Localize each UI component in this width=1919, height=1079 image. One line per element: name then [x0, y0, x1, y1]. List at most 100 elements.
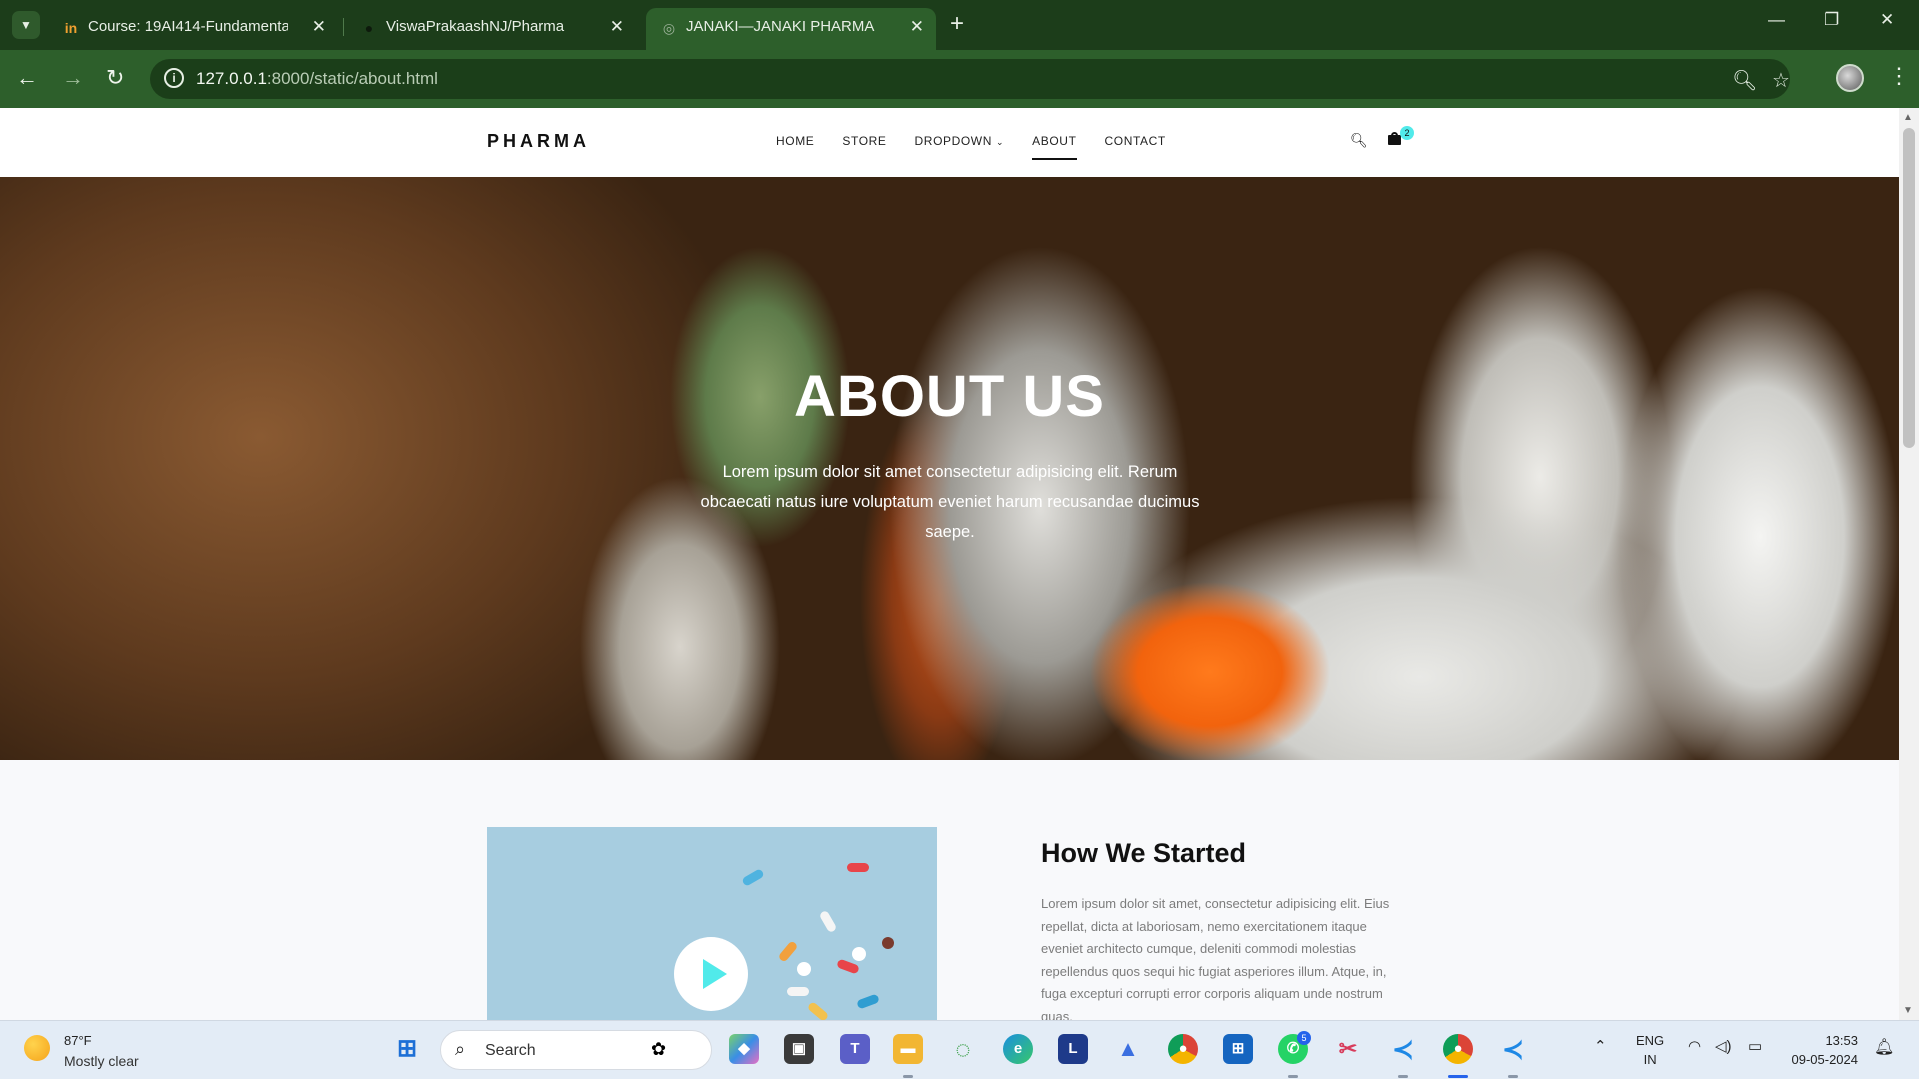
- search-highlight-icon: ✿: [651, 1039, 667, 1059]
- windows-start-icon[interactable]: ⊞: [392, 1034, 422, 1064]
- forward-button[interactable]: →: [62, 65, 84, 91]
- volume-icon[interactable]: ◁): [1715, 1037, 1732, 1055]
- region-label: IN: [1643, 1052, 1657, 1067]
- play-icon: [703, 959, 727, 989]
- battery-icon[interactable]: ▭: [1748, 1037, 1762, 1055]
- site-info-icon[interactable]: i: [164, 68, 184, 88]
- refresh-app-icon[interactable]: ◌: [948, 1034, 978, 1064]
- course-favicon-icon: in: [64, 20, 78, 36]
- taskbar: 87°F Mostly clear ⊞ ⌕ Search ✿ ◆ ▣ T ▬ ◌…: [0, 1020, 1919, 1079]
- close-icon[interactable]: ✕: [610, 17, 624, 37]
- zoom-icon[interactable]: 🔍︎: [1732, 68, 1757, 93]
- github-icon: ●: [364, 20, 374, 36]
- pill-image: [856, 993, 880, 1010]
- taskbar-search[interactable]: ⌕ Search ✿: [440, 1030, 712, 1070]
- nav-contact[interactable]: CONTACT: [1105, 134, 1166, 160]
- play-button[interactable]: [674, 937, 748, 1011]
- browser-menu-icon[interactable]: ⋮: [1888, 63, 1910, 89]
- scroll-down-icon[interactable]: ▼: [1903, 1005, 1913, 1016]
- edge-icon[interactable]: e: [1003, 1034, 1033, 1064]
- close-icon[interactable]: ✕: [910, 17, 924, 37]
- tab-title: JANAKI—JANAKI PHARMA: [686, 18, 875, 35]
- tab-divider: [343, 18, 344, 36]
- pill-image: [882, 937, 894, 949]
- window-close-button[interactable]: ✕: [1880, 10, 1894, 30]
- new-tab-button[interactable]: +: [950, 10, 964, 38]
- url-path: :8000/static/about.html: [266, 69, 438, 88]
- section-title: How We Started: [1041, 838, 1247, 868]
- search-icon: ⌕: [455, 1039, 466, 1059]
- close-icon[interactable]: ✕: [312, 17, 326, 37]
- hero-banner: ABOUT US Lorem ipsum dolor sit amet cons…: [0, 177, 1899, 760]
- site-logo[interactable]: PHARMA: [487, 131, 590, 152]
- language-label: ENG: [1636, 1033, 1665, 1048]
- cart-count-badge: 2: [1400, 126, 1414, 140]
- search-icon[interactable]: 🔍︎: [1350, 132, 1368, 149]
- video-thumbnail[interactable]: [487, 827, 937, 1020]
- address-bar[interactable]: i 127.0.0.1:8000/static/about.html 🔍︎ ☆: [150, 59, 1790, 99]
- back-button[interactable]: ←: [16, 65, 38, 91]
- chrome-icon[interactable]: ●: [1168, 1034, 1198, 1064]
- scroll-up-icon[interactable]: ▲: [1903, 112, 1913, 123]
- nav-home[interactable]: HOME: [776, 134, 814, 160]
- pill-image: [806, 1000, 830, 1020]
- browser-toolbar: ← → ↻ i 127.0.0.1:8000/static/about.html…: [0, 50, 1919, 108]
- profile-avatar[interactable]: [1836, 64, 1864, 92]
- pill-image: [852, 947, 866, 961]
- hero-text: Lorem ipsum dolor sit amet consectetur a…: [700, 463, 1200, 541]
- browser-tab-strip: ▼ in Course: 19AI414-Fundamentals ✕ ● Vi…: [0, 0, 1919, 50]
- clock-date: 09-05-2024: [1791, 1052, 1859, 1067]
- pill-image: [818, 909, 838, 934]
- page-scrollbar[interactable]: ▲ ▼: [1899, 108, 1919, 1020]
- vscode-icon[interactable]: ≺: [1498, 1034, 1528, 1064]
- arc-app-icon[interactable]: ▲: [1113, 1034, 1143, 1064]
- restore-button[interactable]: ❐: [1824, 10, 1839, 30]
- nav-dropdown[interactable]: DROPDOWN ⌄: [915, 134, 1005, 160]
- pill-image: [836, 958, 860, 975]
- notification-bell-icon[interactable]: 🔔︎: [1874, 1037, 1894, 1057]
- weather-temperature[interactable]: 87°F: [64, 1033, 92, 1048]
- nav-about[interactable]: ABOUT: [1032, 134, 1077, 160]
- pill-image: [797, 962, 811, 976]
- running-indicator: [1508, 1075, 1518, 1078]
- tab-github[interactable]: ● ViswaPrakaashNJ/Pharma ✕: [346, 8, 636, 50]
- hero-title: ABOUT US: [794, 364, 1105, 429]
- running-indicator: [1398, 1075, 1408, 1078]
- reload-button[interactable]: ↻: [106, 65, 124, 91]
- copilot-icon[interactable]: ◆: [729, 1034, 759, 1064]
- chevron-up-icon[interactable]: ⌃: [1594, 1037, 1607, 1055]
- microsoft-store-icon[interactable]: ⊞: [1223, 1034, 1253, 1064]
- minimize-button[interactable]: —: [1768, 10, 1785, 30]
- url-text[interactable]: 127.0.0.1:8000/static/about.html: [196, 69, 438, 89]
- weather-icon[interactable]: [24, 1035, 50, 1061]
- weather-description[interactable]: Mostly clear: [64, 1053, 139, 1069]
- tab-search-button[interactable]: ▼: [12, 11, 40, 39]
- wifi-icon[interactable]: ◠: [1688, 1037, 1701, 1055]
- nav-dropdown-label: DROPDOWN: [914, 134, 992, 148]
- pill-image: [777, 940, 799, 963]
- page-viewport: PHARMA HOME STORE DROPDOWN ⌄ ABOUT CONTAC…: [0, 108, 1919, 1020]
- tab-title: ViswaPrakaashNJ/Pharma: [386, 18, 565, 35]
- running-indicator: [1288, 1075, 1298, 1078]
- active-indicator: [1448, 1075, 1468, 1078]
- teams-icon[interactable]: T: [840, 1034, 870, 1064]
- vscode-icon[interactable]: ≺: [1388, 1034, 1418, 1064]
- clock[interactable]: 13:53 09-05-2024: [1788, 1031, 1859, 1069]
- l-app-icon[interactable]: L: [1058, 1034, 1088, 1064]
- snipping-tool-icon[interactable]: ✂: [1333, 1034, 1363, 1064]
- task-view-icon[interactable]: ▣: [784, 1034, 814, 1064]
- nav-store[interactable]: STORE: [842, 134, 886, 160]
- site-nav: HOME STORE DROPDOWN ⌄ ABOUT CONTACT: [776, 134, 1194, 160]
- url-host: 127.0.0.1: [196, 69, 267, 88]
- language-indicator[interactable]: ENG IN: [1636, 1031, 1664, 1069]
- bookmark-star-icon[interactable]: ☆: [1772, 68, 1790, 93]
- scrollbar-thumb[interactable]: [1903, 128, 1915, 448]
- chrome-profile-icon[interactable]: ●: [1443, 1034, 1473, 1064]
- file-explorer-icon[interactable]: ▬: [893, 1034, 923, 1064]
- chevron-down-icon: ⌄: [996, 137, 1005, 147]
- bag-body: [1388, 135, 1401, 145]
- section-text: Lorem ipsum dolor sit amet, consectetur …: [1041, 896, 1390, 1020]
- tab-janaki-pharma[interactable]: ◎ JANAKI—JANAKI PHARMA ✕: [646, 8, 936, 50]
- globe-icon: ◎: [662, 20, 676, 36]
- tab-course[interactable]: in Course: 19AI414-Fundamentals ✕: [48, 8, 338, 50]
